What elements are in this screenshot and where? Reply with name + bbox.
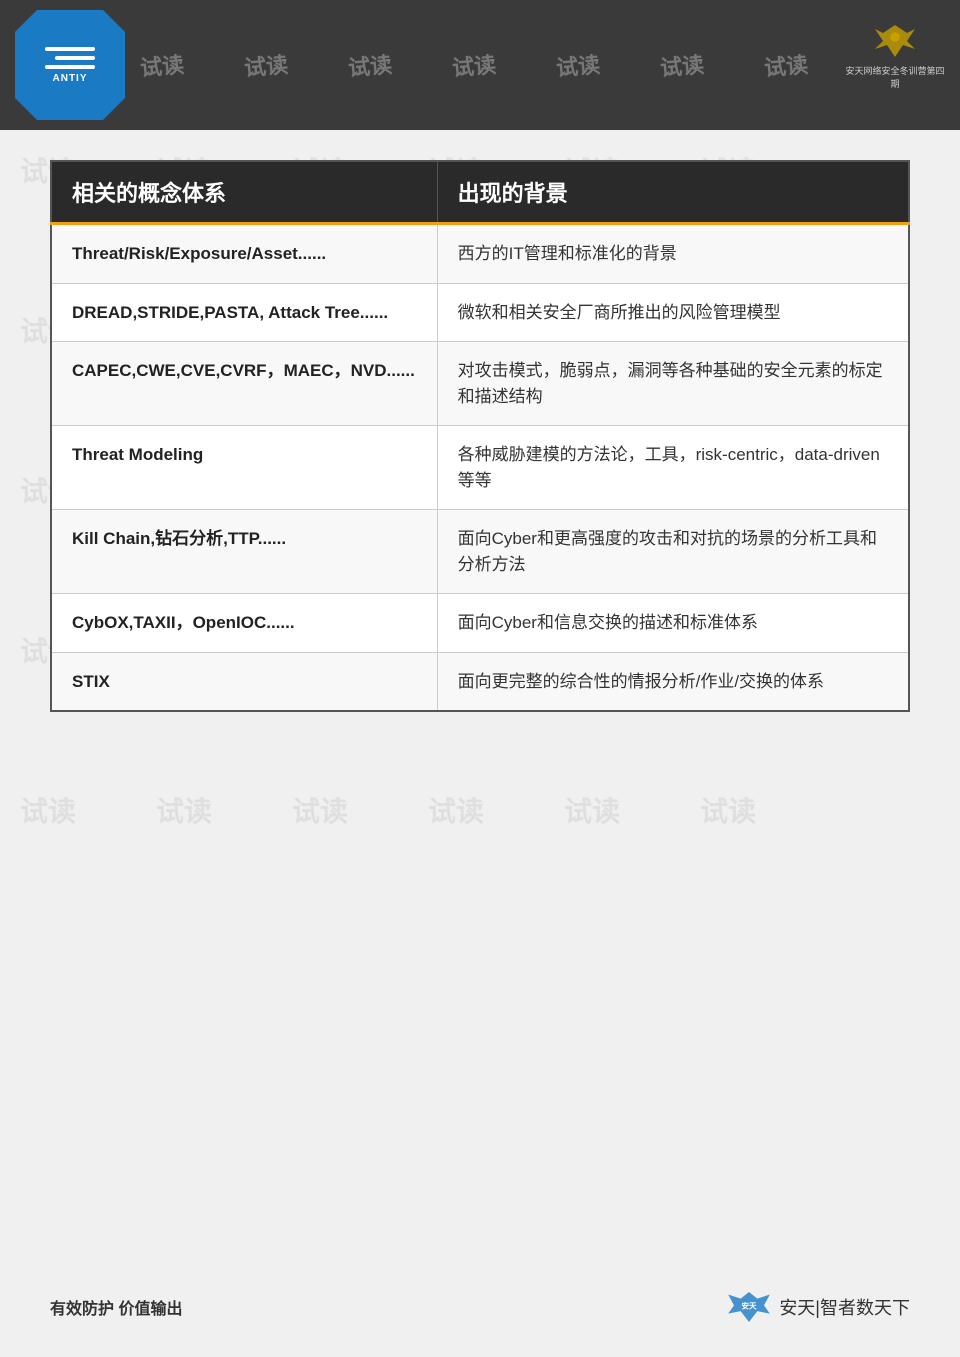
right-logo-subtext: 安天网络安全冬训营第四期	[845, 64, 945, 90]
wm-6: 试读	[659, 47, 706, 83]
header: ANTIY 试读 试读 试读 试读 试读 试读 试读 安天网络安全冬训营第四期	[0, 0, 960, 130]
footer-logo: 安天 安天|智者数天下	[724, 1287, 910, 1327]
bwm-27: 试读	[292, 790, 348, 830]
footer-logo-icon: 安天	[724, 1287, 774, 1327]
footer-brand-text: 安天|智者数天下	[779, 1294, 910, 1320]
logo-line-1	[45, 47, 95, 51]
table-row: DREAD,STRIDE,PASTA, Attack Tree......微软和…	[51, 283, 909, 342]
logo-text: ANTIY	[53, 73, 88, 84]
table-cell-right: 面向更完整的综合性的情报分析/作业/交换的体系	[437, 652, 909, 711]
logo-lines	[45, 47, 95, 69]
table-cell-right: 面向Cyber和更高强度的攻击和对抗的场景的分析工具和分析方法	[437, 510, 909, 594]
header-watermarks: 试读 试读 试读 试读 试读 试读 试读	[0, 0, 960, 130]
table-row: Threat/Risk/Exposure/Asset......西方的IT管理和…	[51, 224, 909, 284]
body-wm-row-5: 试读 试读 试读 试读 试读 试读	[0, 790, 960, 830]
right-logo-icon	[870, 21, 920, 61]
main-content: 相关的概念体系 出现的背景 Threat/Risk/Exposure/Asset…	[50, 160, 910, 712]
table-row: CybOX,TAXII，OpenIOC......面向Cyber和信息交换的描述…	[51, 594, 909, 653]
table-body: Threat/Risk/Exposure/Asset......西方的IT管理和…	[51, 224, 909, 712]
footer-left-text: 有效防护 价值输出	[50, 1295, 182, 1319]
logo-line-2	[55, 56, 95, 60]
table-cell-right: 面向Cyber和信息交换的描述和标准体系	[437, 594, 909, 653]
bwm-28: 试读	[428, 790, 484, 830]
table-row: STIX面向更完整的综合性的情报分析/作业/交换的体系	[51, 652, 909, 711]
footer: 有效防护 价值输出 安天 安天|智者数天下	[50, 1287, 910, 1327]
table-header-row: 相关的概念体系 出现的背景	[51, 161, 909, 224]
bwm-26: 试读	[156, 790, 212, 830]
table-cell-right: 西方的IT管理和标准化的背景	[437, 224, 909, 284]
table-cell-left: Threat Modeling	[51, 426, 437, 510]
col1-header: 相关的概念体系	[51, 161, 437, 224]
bwm-29: 试读	[564, 790, 620, 830]
bwm-25: 试读	[20, 790, 76, 830]
table-row: Threat Modeling各种威胁建模的方法论，工具，risk-centri…	[51, 426, 909, 510]
wm-1: 试读	[139, 47, 186, 83]
table-cell-left: Kill Chain,钻石分析,TTP......	[51, 510, 437, 594]
header-right-logo: 安天网络安全冬训营第四期	[845, 15, 945, 95]
wm-4: 试读	[451, 47, 498, 83]
table-cell-left: STIX	[51, 652, 437, 711]
table-cell-left: Threat/Risk/Exposure/Asset......	[51, 224, 437, 284]
wm-7: 试读	[763, 47, 810, 83]
wm-5: 试读	[555, 47, 602, 83]
wm-2: 试读	[243, 47, 290, 83]
bwm-30: 试读	[700, 790, 756, 830]
table-cell-right: 对攻击模式，脆弱点，漏洞等各种基础的安全元素的标定和描述结构	[437, 342, 909, 426]
table-cell-left: CAPEC,CWE,CVE,CVRF，MAEC，NVD......	[51, 342, 437, 426]
wm-3: 试读	[347, 47, 394, 83]
svg-text:安天: 安天	[742, 1301, 757, 1311]
table-cell-right: 各种威胁建模的方法论，工具，risk-centric，data-driven等等	[437, 426, 909, 510]
table-cell-left: CybOX,TAXII，OpenIOC......	[51, 594, 437, 653]
table-cell-right: 微软和相关安全厂商所推出的风险管理模型	[437, 283, 909, 342]
table-row: Kill Chain,钻石分析,TTP......面向Cyber和更高强度的攻击…	[51, 510, 909, 594]
antiy-logo: ANTIY	[15, 10, 125, 120]
logo-line-3	[45, 65, 95, 69]
col2-header: 出现的背景	[437, 161, 909, 224]
table-row: CAPEC,CWE,CVE,CVRF，MAEC，NVD......对攻击模式，脆…	[51, 342, 909, 426]
table-cell-left: DREAD,STRIDE,PASTA, Attack Tree......	[51, 283, 437, 342]
concepts-table: 相关的概念体系 出现的背景 Threat/Risk/Exposure/Asset…	[50, 160, 910, 712]
